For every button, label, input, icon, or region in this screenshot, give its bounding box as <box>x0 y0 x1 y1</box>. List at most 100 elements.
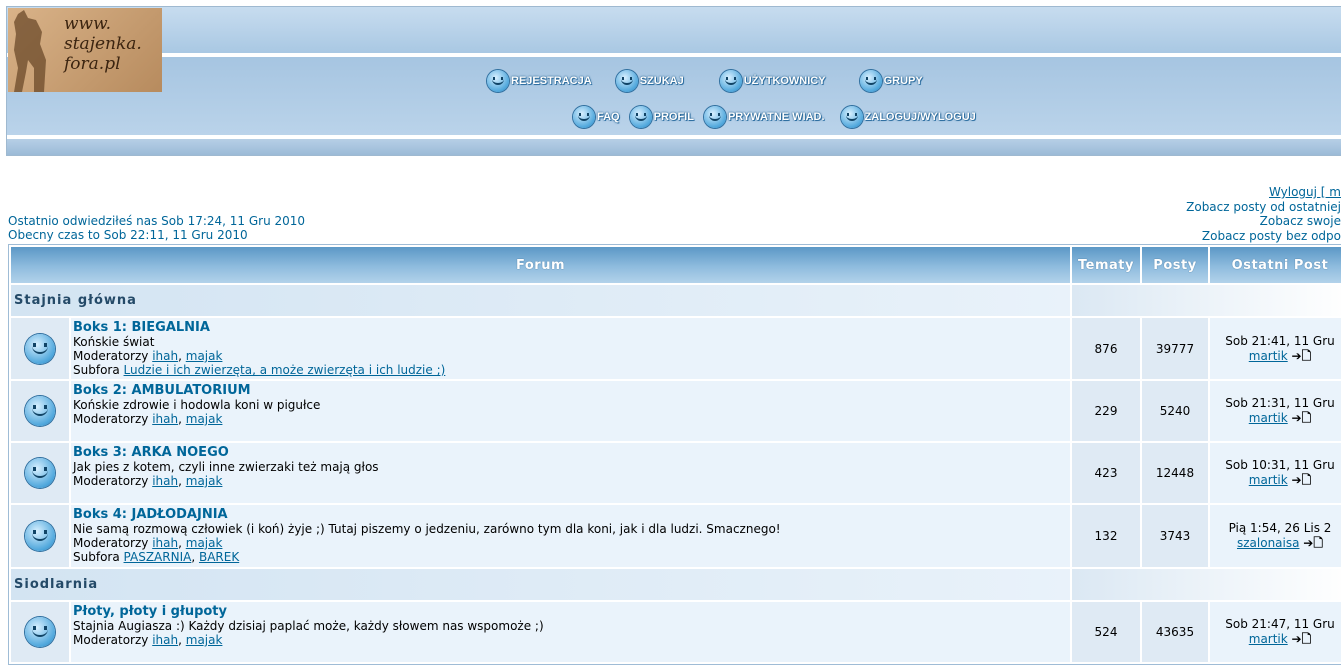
category-title[interactable]: Stajnia główna <box>11 285 1070 316</box>
topics-count: 876 <box>1072 318 1140 379</box>
moderator-link[interactable]: ihah <box>152 349 178 363</box>
moderator-link[interactable]: majak <box>186 536 223 550</box>
forum-description: Końskie zdrowie i hodowla koni w pigułce <box>73 398 321 412</box>
moderators-label: Moderatorzy <box>73 474 149 488</box>
site-logo[interactable]: www. stajenka. fora.pl <box>8 8 162 92</box>
category-fill <box>1072 569 1341 600</box>
smiley-face-icon <box>25 396 55 426</box>
nav-groups-button[interactable]: GRUPY <box>859 70 923 92</box>
moderator-link[interactable]: majak <box>186 633 223 647</box>
last-post-date: Sob 21:31, 11 Gru <box>1225 396 1335 410</box>
last-post-cell: Sob 21:47, 11 Gru martik ➔🗋 <box>1210 602 1341 662</box>
topics-count: 132 <box>1072 505 1140 567</box>
moderators-label: Moderatorzy <box>73 349 149 363</box>
nav-profile-button[interactable]: PROFIL <box>629 106 694 128</box>
subforum-link[interactable]: Ludzie i ich zwierzęta, a może zwierzęta… <box>124 363 446 377</box>
smiley-face-icon <box>719 70 742 92</box>
main-nav-row-1: REJESTRACJA SZUKAJ UŻYTKOWNICY GRUPY <box>487 70 947 92</box>
smiley-face-icon <box>25 617 55 647</box>
forum-title-link[interactable]: Płoty, płoty i głupoty <box>73 604 227 619</box>
smiley-face-icon <box>25 458 55 488</box>
last-post-author-link[interactable]: szalonaisa <box>1237 536 1299 550</box>
subforum-link[interactable]: BAREK <box>199 550 239 564</box>
smiley-face-icon <box>703 106 726 128</box>
moderator-link[interactable]: ihah <box>152 536 178 550</box>
nav-search-button[interactable]: SZUKAJ <box>615 70 684 92</box>
forum-title-link[interactable]: Boks 3: ARKA NOEGO <box>73 445 229 460</box>
last-post-cell: Sob 21:41, 11 Gru martik ➔🗋 <box>1210 318 1341 379</box>
forum-status-cell <box>11 602 69 662</box>
nav-label: FAQ <box>597 111 620 123</box>
arrow-page-icon[interactable]: ➔🗋 <box>1292 473 1312 487</box>
nav-register-button[interactable]: REJESTRACJA <box>487 70 592 92</box>
moderator-link[interactable]: majak <box>186 474 223 488</box>
last-post-author-link[interactable]: martik <box>1249 473 1288 487</box>
nav-private-messages-button[interactable]: PRYWATNE WIAD. <box>703 106 825 128</box>
last-post-date: Pią 1:54, 26 Lis 2 <box>1228 521 1332 535</box>
last-post-author-link[interactable]: martik <box>1249 632 1288 646</box>
category-name: Stajnia główna <box>14 293 137 308</box>
topics-count: 423 <box>1072 443 1140 503</box>
own-posts-link[interactable]: Zobacz swoje <box>1260 214 1341 228</box>
posts-count: 43635 <box>1142 602 1208 662</box>
subforum-link[interactable]: PASZARNIA <box>124 550 192 564</box>
column-header-posts: Posty <box>1142 247 1208 283</box>
nav-label: GRUPY <box>883 75 923 87</box>
user-quick-links: Wyloguj [ m Zobacz posty od ostatniej Zo… <box>1186 185 1341 243</box>
moderator-link[interactable]: majak <box>186 349 223 363</box>
last-post-cell: Sob 21:31, 11 Gru martik ➔🗋 <box>1210 381 1341 441</box>
last-post-author-link[interactable]: martik <box>1249 349 1288 363</box>
forum-row: Boks 2: AMBULATORIUM Końskie zdrowie i h… <box>11 381 1341 441</box>
forum-row: Płoty, płoty i głupoty Stajnia Augiasza … <box>11 602 1341 662</box>
category-name: Siodlarnia <box>14 577 99 592</box>
smiley-face-icon <box>840 106 863 128</box>
arrow-page-icon[interactable]: ➔🗋 <box>1292 411 1312 425</box>
logo-text: www. stajenka. fora.pl <box>64 14 142 74</box>
forum-status-cell <box>11 318 69 379</box>
last-post-author-link[interactable]: martik <box>1249 411 1288 425</box>
forum-status-cell <box>11 505 69 567</box>
moderators-label: Moderatorzy <box>73 412 149 426</box>
nav-login-logout-button[interactable]: ZALOGUJ/WYLOGUJ <box>840 106 976 128</box>
moderator-link[interactable]: majak <box>186 412 223 426</box>
last-post-cell: Sob 10:31, 11 Gru martik ➔🗋 <box>1210 443 1341 503</box>
subforums-label: Subfora <box>73 550 120 564</box>
moderator-link[interactable]: ihah <box>152 412 178 426</box>
column-header-last-post: Ostatni Post <box>1210 247 1341 283</box>
forum-index-table: Forum Tematy Posty Ostatni Post Stajnia … <box>8 244 1341 665</box>
logout-link[interactable]: Wyloguj [ m <box>1269 185 1341 199</box>
unanswered-posts-link[interactable]: Zobacz posty bez odpo <box>1202 229 1341 243</box>
last-post-date: Sob 10:31, 11 Gru <box>1225 458 1335 472</box>
nav-label: PRYWATNE WIAD. <box>727 111 825 123</box>
posts-count: 3743 <box>1142 505 1208 567</box>
forum-title-link[interactable]: Boks 2: AMBULATORIUM <box>73 383 251 398</box>
nav-faq-button[interactable]: FAQ <box>573 106 620 128</box>
header-band <box>7 7 1341 53</box>
horse-silhouette-icon <box>14 10 46 92</box>
arrow-page-icon[interactable]: ➔🗋 <box>1292 349 1312 363</box>
new-posts-link[interactable]: Zobacz posty od ostatniej <box>1186 200 1341 214</box>
current-time-text: Obecny czas to Sob 22:11, 11 Gru 2010 <box>8 228 248 242</box>
nav-label: PROFIL <box>653 111 694 123</box>
last-post-date: Sob 21:47, 11 Gru <box>1225 617 1335 631</box>
arrow-page-icon[interactable]: ➔🗋 <box>1292 632 1312 646</box>
forum-status-cell <box>11 443 69 503</box>
category-row: Stajnia główna <box>11 285 1341 316</box>
arrow-page-icon[interactable]: ➔🗋 <box>1303 536 1323 550</box>
forum-title-link[interactable]: Boks 4: JADŁODAJNIA <box>73 507 228 522</box>
forum-description: Jak pies z kotem, czyli inne zwierzaki t… <box>73 460 379 474</box>
smiley-face-icon <box>25 521 55 551</box>
posts-count: 5240 <box>1142 381 1208 441</box>
nav-users-button[interactable]: UŻYTKOWNICY <box>719 70 826 92</box>
forum-title-link[interactable]: Boks 1: BIEGALNIA <box>73 320 210 335</box>
moderator-link[interactable]: ihah <box>152 474 178 488</box>
last-post-cell: Pią 1:54, 26 Lis 2 szalonaisa ➔🗋 <box>1210 505 1341 567</box>
smiley-face-icon <box>25 333 55 364</box>
moderator-link[interactable]: ihah <box>152 633 178 647</box>
forum-info-cell: Boks 2: AMBULATORIUM Końskie zdrowie i h… <box>71 381 1070 441</box>
smiley-face-icon <box>487 70 509 92</box>
forum-status-cell <box>11 381 69 441</box>
forum-description: Końskie świat <box>73 335 155 349</box>
moderators-label: Moderatorzy <box>73 536 149 550</box>
category-title[interactable]: Siodlarnia <box>11 569 1070 600</box>
